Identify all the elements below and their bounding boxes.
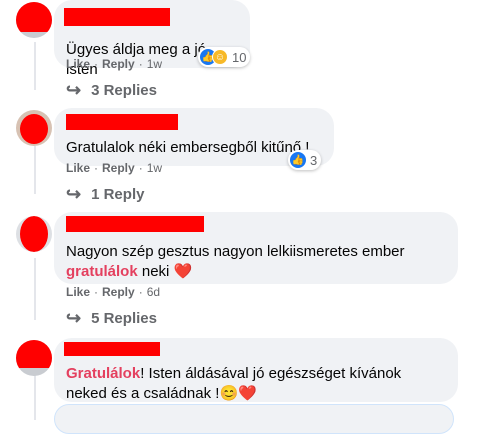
brand-link-text[interactable]: Gratulálok: [66, 365, 140, 382]
like-icon: 👍: [290, 152, 306, 168]
reply-link[interactable]: Reply: [102, 285, 135, 299]
comment-actions: Like · Reply · 1w: [66, 57, 162, 71]
redaction-block: [64, 342, 160, 356]
avatar[interactable]: [16, 216, 52, 252]
reaction-count: 10: [232, 49, 247, 65]
replies-count-label: 5 Replies: [91, 310, 157, 327]
reaction-count: 3: [310, 152, 318, 168]
like-link[interactable]: Like: [66, 285, 90, 299]
comment-text-part: Nagyon szép gesztus nagyon lelkiismerete…: [66, 243, 405, 260]
timestamp[interactable]: 6d: [147, 285, 160, 299]
thread-line: [34, 258, 36, 320]
separator-dot: ·: [94, 57, 99, 71]
comment-text: Gratulálok! Isten áldásával jó egészsége…: [66, 364, 446, 404]
redaction-block: [20, 114, 48, 144]
redaction-block: [20, 216, 48, 252]
avatar[interactable]: [16, 2, 52, 38]
reply-arrow-icon: ↪: [66, 308, 82, 328]
separator-dot: ·: [94, 285, 99, 299]
care-icon: ☺: [212, 49, 228, 65]
comment-text: Nagyon szép gesztus nagyon lelkiismerete…: [66, 242, 446, 282]
separator-dot: ·: [138, 57, 143, 71]
like-link[interactable]: Like: [66, 57, 90, 71]
comment-actions: Like · Reply · 6d: [66, 285, 160, 299]
redaction-block: [16, 340, 52, 368]
heart-icon: ❤️: [173, 263, 193, 280]
comment-text-part: neki: [141, 263, 170, 280]
separator-dot: ·: [138, 285, 143, 299]
thread-line: [34, 42, 36, 90]
timestamp[interactable]: 1w: [147, 57, 162, 71]
reply-link[interactable]: Reply: [102, 57, 135, 71]
reply-input[interactable]: [54, 404, 454, 434]
separator-dot: ·: [138, 161, 143, 175]
comment-text: Gratulalok néki embersegből kitűnő !: [66, 139, 310, 156]
view-replies-link[interactable]: ↪ 1 Reply: [66, 184, 144, 205]
view-replies-link[interactable]: ↪ 5 Replies: [66, 308, 157, 329]
reaction-summary[interactable]: 👍 3: [288, 150, 322, 170]
thread-line: [34, 374, 36, 420]
view-replies-link[interactable]: ↪ 3 Replies: [66, 80, 157, 101]
smiling-face-icon: 😊: [219, 385, 239, 402]
like-link[interactable]: Like: [66, 161, 90, 175]
redaction-block: [64, 8, 170, 26]
avatar[interactable]: [16, 110, 52, 146]
separator-dot: ·: [94, 161, 99, 175]
redaction-block: [16, 2, 52, 32]
reply-link[interactable]: Reply: [102, 161, 135, 175]
redaction-block: [66, 216, 204, 232]
replies-count-label: 1 Reply: [91, 186, 145, 203]
timestamp[interactable]: 1w: [147, 161, 162, 175]
replies-count-label: 3 Replies: [91, 82, 157, 99]
avatar[interactable]: [16, 340, 52, 376]
redaction-block: [66, 114, 178, 130]
brand-link-text[interactable]: gratulálok: [66, 263, 138, 280]
thread-line: [34, 146, 36, 194]
heart-icon: ❤️: [238, 385, 257, 402]
comment-actions: Like · Reply · 1w: [66, 161, 162, 175]
reaction-summary[interactable]: 👍 ☺ 10: [198, 47, 251, 67]
reply-arrow-icon: ↪: [66, 184, 82, 204]
reply-arrow-icon: ↪: [66, 80, 82, 100]
